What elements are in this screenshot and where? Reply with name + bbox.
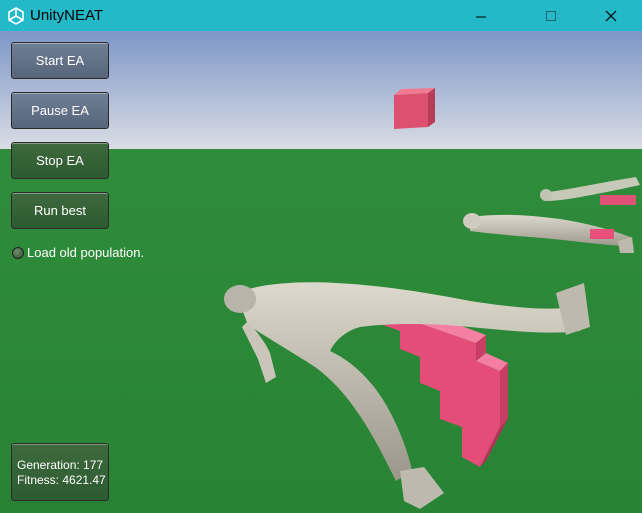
pause-ea-button[interactable]: Pause EA: [11, 92, 109, 129]
load-old-population-label: Load old population.: [27, 245, 145, 260]
target-cube: [394, 88, 435, 129]
toggle-checkbox[interactable]: [12, 246, 24, 259]
minimize-button[interactable]: [458, 0, 504, 31]
game-viewport[interactable]: Start EA Pause EA Stop EA Run best Load …: [0, 31, 642, 513]
minimize-icon: [476, 16, 486, 17]
close-button[interactable]: [588, 0, 634, 31]
start-ea-button[interactable]: Start EA: [11, 42, 109, 79]
unity-logo-icon: [8, 7, 24, 25]
stats-panel: Generation: 177 Fitness: 4621.47: [11, 443, 109, 501]
window-title: UnityNEAT: [30, 7, 104, 24]
generation-text: Generation: 177: [17, 458, 104, 472]
fitness-text: Fitness: 4621.47: [17, 473, 106, 487]
maximize-button[interactable]: [528, 0, 574, 31]
close-icon: [605, 10, 617, 21]
load-old-population-toggle[interactable]: Load old population.: [12, 245, 144, 260]
stop-ea-button[interactable]: Stop EA: [11, 142, 109, 179]
maximize-icon: [546, 10, 556, 21]
run-best-button[interactable]: Run best: [11, 192, 109, 229]
title-bar: UnityNEAT: [0, 0, 642, 31]
